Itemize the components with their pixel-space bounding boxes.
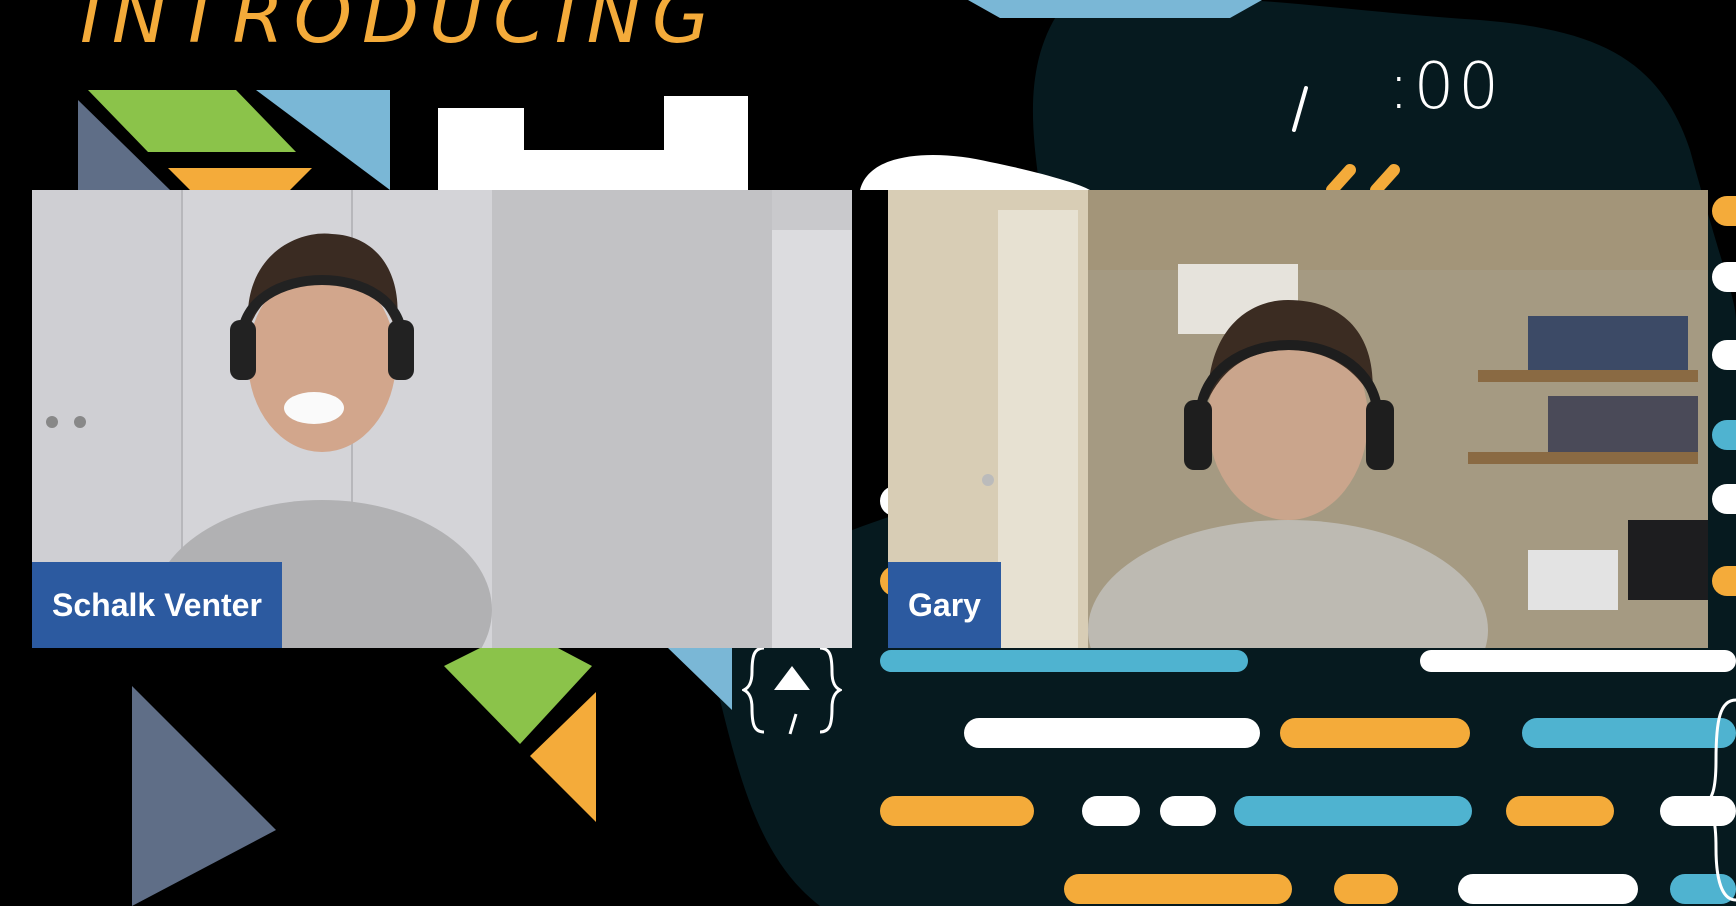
timer-readout: :00 — [1388, 50, 1503, 124]
code-line-2 — [1420, 650, 1736, 672]
small-blue-triangle — [668, 648, 732, 710]
video-tile-gary[interactable]: Gary — [888, 190, 1708, 648]
code-line-9 — [1234, 796, 1472, 826]
code-line-7 — [1082, 796, 1140, 826]
code-line-11 — [1660, 796, 1736, 826]
code-line-6 — [880, 796, 1034, 826]
video-tile-schalk[interactable]: Schalk Venter — [32, 190, 852, 648]
code-line-1 — [880, 650, 1248, 672]
code-line-3 — [964, 718, 1260, 748]
video-call-stage: INTRODUCING :00 Schalk Venter Gary — [0, 0, 1736, 906]
participant-name-tag: Schalk Venter — [32, 562, 282, 648]
slate-play-triangle — [132, 686, 276, 906]
code-line-5 — [1522, 718, 1736, 748]
video-feed-gary — [888, 190, 1708, 648]
code-line-10 — [1506, 796, 1614, 826]
code-line-8 — [1160, 796, 1216, 826]
code-line-13 — [1334, 874, 1398, 904]
participant-name-tag: Gary — [888, 562, 1001, 648]
code-line-15 — [1670, 874, 1736, 904]
top-blue-triangle — [968, 0, 1262, 18]
intro-heading: INTRODUCING — [80, 0, 720, 60]
bookshelf-1 — [1478, 370, 1698, 382]
edge-stripe-1 — [1712, 196, 1736, 226]
bookshelf-2 — [1468, 452, 1698, 464]
logo-orange-trapezoid — [168, 168, 312, 190]
wordmark-bar-2 — [500, 150, 670, 190]
code-line-12 — [1064, 874, 1292, 904]
wordmark-bar-3 — [664, 96, 748, 190]
code-line-4 — [1280, 718, 1470, 748]
code-line-14 — [1458, 874, 1638, 904]
braces-triangle-glyph — [742, 646, 842, 735]
